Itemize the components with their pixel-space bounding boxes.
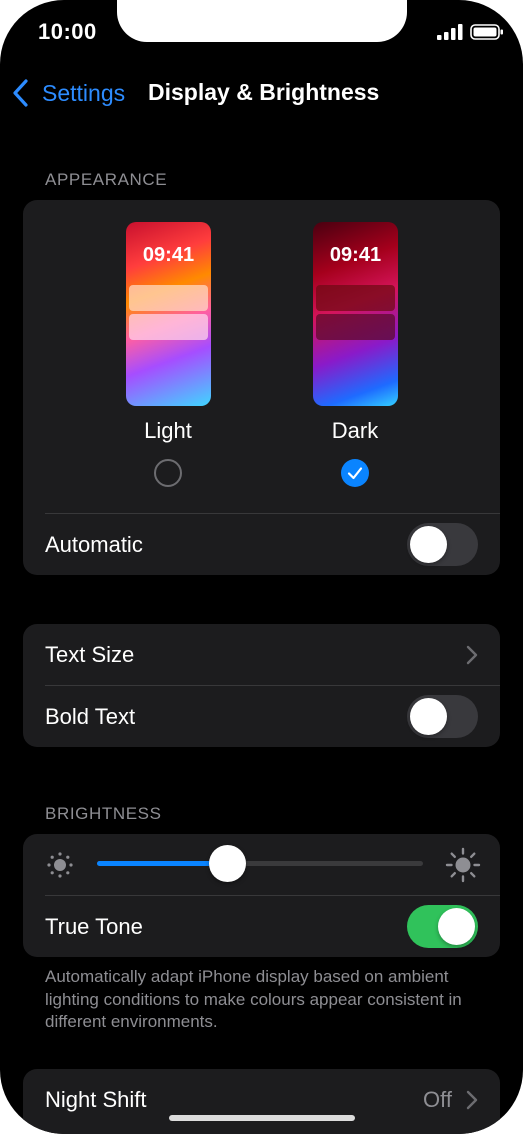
brightness-slider-fill: [97, 861, 228, 866]
automatic-label: Automatic: [45, 531, 143, 557]
sun-small-icon: [47, 852, 73, 878]
phone-screen: 10:00 Settings Display & Brightness APPE…: [0, 0, 523, 1134]
true-tone-label: True Tone: [45, 913, 143, 939]
bold-text-label: Bold Text: [45, 703, 136, 729]
bold-text-toggle[interactable]: [407, 695, 478, 738]
light-radio[interactable]: [154, 459, 182, 487]
dark-preview-widget: [316, 285, 395, 311]
sun-large-icon: [445, 847, 481, 883]
light-preview-widget: [129, 314, 208, 340]
chevron-right-icon: [466, 1090, 478, 1109]
checkmark-icon: [347, 467, 363, 480]
dark-preview-time: 09:41: [329, 244, 382, 266]
automatic-row: Automatic: [23, 514, 500, 575]
battery-icon: [470, 24, 503, 40]
dark-preview[interactable]: 09:41: [313, 222, 398, 406]
text-size-row[interactable]: Text Size: [23, 624, 500, 685]
notch: [117, 0, 407, 42]
status-time: 10:00: [38, 19, 97, 44]
toggle-knob: [438, 908, 475, 945]
section-header-brightness: BRIGHTNESS: [45, 804, 162, 823]
brightness-slider[interactable]: [97, 845, 423, 882]
back-button[interactable]: Settings: [10, 78, 125, 108]
back-label: Settings: [42, 79, 126, 106]
brightness-slider-knob[interactable]: [209, 845, 247, 882]
true-tone-row: True Tone: [23, 896, 500, 957]
night-shift-label: Night Shift: [45, 1086, 147, 1112]
light-preview[interactable]: 09:41: [126, 222, 211, 406]
toggle-knob: [410, 526, 447, 563]
dark-radio[interactable]: [341, 459, 369, 487]
light-preview-time: 09:41: [142, 244, 195, 266]
automatic-toggle[interactable]: [407, 523, 478, 566]
appearance-card: 09:41 09:41 Light Dark Automatic: [23, 200, 500, 575]
night-shift-card: Night Shift Off: [23, 1069, 500, 1134]
light-label: Light: [144, 418, 192, 443]
toggle-knob: [410, 698, 447, 735]
text-size-label: Text Size: [45, 641, 135, 667]
page-title: Display & Brightness: [148, 79, 380, 105]
true-tone-footnote: Automatically adapt iPhone display based…: [45, 967, 462, 1031]
chevron-left-icon: [13, 79, 28, 107]
brightness-card: True Tone: [23, 834, 500, 957]
home-indicator[interactable]: [169, 1115, 355, 1121]
section-header-appearance: APPEARANCE: [45, 170, 168, 189]
light-preview-widget: [129, 285, 208, 311]
dark-preview-widget: [316, 314, 395, 340]
cellular-signal-icon: [437, 24, 463, 40]
bold-text-row: Bold Text: [23, 686, 500, 747]
night-shift-value: Off: [423, 1086, 452, 1112]
text-card: Text Size Bold Text: [23, 624, 500, 747]
chevron-right-icon: [466, 645, 478, 664]
dark-label: Dark: [331, 418, 379, 443]
true-tone-toggle[interactable]: [407, 905, 478, 948]
